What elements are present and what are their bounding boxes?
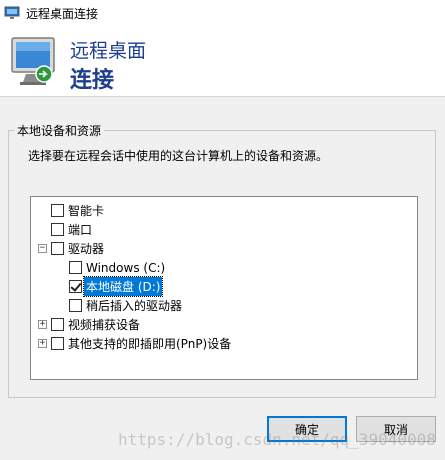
tree-item-drive-c[interactable]: Windows (C:) (69, 258, 167, 277)
tree-item-label: 其他支持的即插即用(PnP)设备 (68, 337, 232, 351)
tree-item-smartcard[interactable]: 智能卡 (51, 201, 106, 220)
tree-item-label: 驱动器 (68, 242, 105, 256)
tree-item-later-drives[interactable]: 稍后插入的驱动器 (69, 296, 184, 315)
title-bar: 远程桌面连接 (0, 0, 445, 26)
tree-item-label: 端口 (68, 223, 93, 237)
group-label: 本地设备和资源 (14, 122, 105, 139)
tree-item-label: 视频捕获设备 (68, 318, 141, 332)
drive-d-checkbox[interactable] (69, 280, 82, 293)
tree-item-label: Windows (C:) (86, 260, 166, 275)
tree-item-ports[interactable]: 端口 (51, 220, 94, 239)
tree-item-label: 稍后插入的驱动器 (86, 299, 183, 313)
pnp-checkbox[interactable] (51, 337, 64, 350)
drive-c-checkbox[interactable] (69, 261, 82, 274)
remote-desktop-icon (11, 37, 55, 85)
ok-button[interactable]: 确定 (267, 416, 347, 442)
banner-title-line2: 连接 (70, 68, 115, 93)
header-banner: 远程桌面 连接 (0, 26, 445, 97)
expand-icon[interactable]: + (38, 320, 47, 329)
drives-checkbox[interactable] (51, 242, 64, 255)
tree-item-label: 智能卡 (68, 204, 105, 218)
cancel-button[interactable]: 取消 (356, 416, 436, 442)
tree-item-drive-d[interactable]: 本地磁盘 (D:) (69, 276, 164, 297)
banner-title-line1: 远程桌面 (70, 40, 147, 62)
tree-item-drives[interactable]: 驱动器 (51, 239, 106, 258)
device-tree[interactable]: 智能卡 端口 − 驱动器 Windows (C:) 本地磁盘 (D:) 稍后插入… (30, 196, 418, 380)
window-title: 远程桌面连接 (26, 6, 99, 21)
collapse-icon[interactable]: − (38, 244, 47, 253)
ports-checkbox[interactable] (51, 223, 64, 236)
later-drives-checkbox[interactable] (69, 299, 82, 312)
smartcard-checkbox[interactable] (51, 204, 64, 217)
video-capture-checkbox[interactable] (51, 318, 64, 331)
tree-item-video-capture[interactable]: 视频捕获设备 (51, 315, 142, 334)
instruction-text: 选择要在远程会话中使用的这台计算机上的设备和资源。 (28, 149, 329, 163)
tree-item-pnp[interactable]: 其他支持的即插即用(PnP)设备 (51, 334, 233, 353)
expand-icon[interactable]: + (38, 339, 47, 348)
remote-desktop-icon (4, 6, 20, 19)
tree-item-label: 本地磁盘 (D:) (82, 276, 164, 297)
